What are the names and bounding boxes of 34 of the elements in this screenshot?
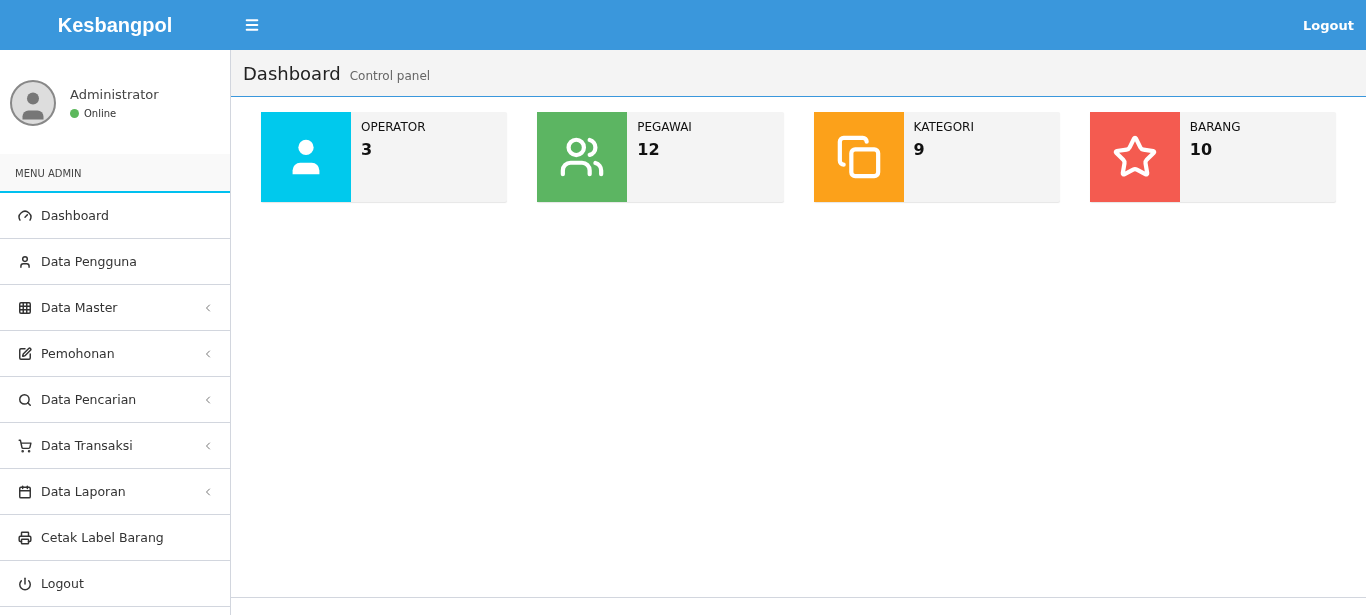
page-subtitle: Control panel <box>349 69 431 83</box>
info-box-value: 10 <box>1189 140 1213 159</box>
grid-icon <box>18 300 32 315</box>
sidebar-item[interactable]: Logout <box>0 561 230 607</box>
sidebar-item[interactable]: Pemohonan <box>0 331 230 377</box>
sidebar-item[interactable]: Dashboard <box>0 193 230 239</box>
avatar <box>10 80 56 126</box>
sidebar-item[interactable]: Cetak Label Barang <box>0 515 230 561</box>
sidebar-item[interactable]: Data Laporan <box>0 469 230 515</box>
info-box-value: 9 <box>913 140 926 159</box>
documents-icon <box>835 134 882 180</box>
user-icon <box>18 254 32 269</box>
info-box-label: PEGAWAI <box>637 120 692 134</box>
info-box-label: OPERATOR <box>361 120 426 134</box>
sidebar-item[interactable]: Data Master <box>0 285 230 331</box>
info-box-label: KATEGORI <box>913 120 974 134</box>
user-status: Online <box>84 108 117 119</box>
calendar-icon <box>18 484 32 499</box>
menu-icon <box>244 17 260 33</box>
cart-icon <box>18 438 32 453</box>
info-box-label: BARANG <box>1189 120 1241 134</box>
edit-icon <box>18 346 32 361</box>
gauge-icon <box>18 208 32 223</box>
search-icon <box>18 392 32 407</box>
printer-icon <box>18 530 32 545</box>
sidebar-item[interactable]: Data Pencarian <box>0 377 230 423</box>
power-icon <box>18 576 32 591</box>
info-box-value: 3 <box>361 140 374 159</box>
info-box-value: 12 <box>637 140 661 159</box>
user-name: Administrator <box>70 87 159 102</box>
sidebar-item[interactable]: Data Pengguna <box>0 239 230 285</box>
menu-header: MENU ADMIN <box>0 154 230 193</box>
page-title: Dashboard <box>243 63 341 84</box>
sidebar-item[interactable]: Data Transaksi <box>0 423 230 469</box>
